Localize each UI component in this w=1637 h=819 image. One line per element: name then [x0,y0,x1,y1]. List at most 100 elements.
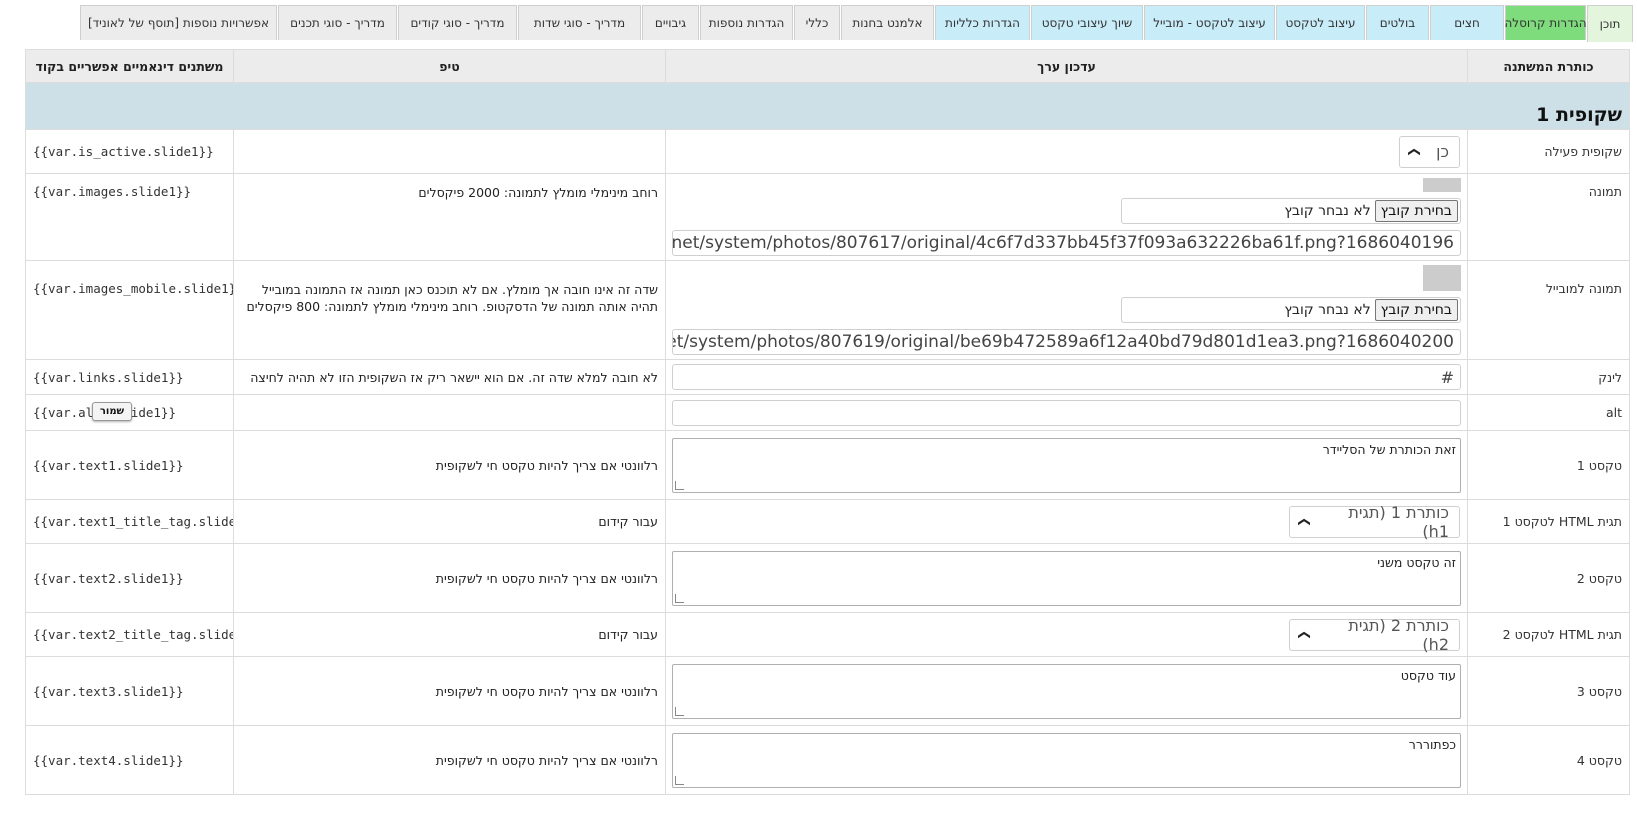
choose-file-button[interactable]: בחירת קובץ [1374,299,1458,321]
table-row: שקופית פעילה כן ❯ {{var.is_active.slide1… [25,129,1630,174]
tab-more-options[interactable]: אפשרויות נוספות [תוסף של לאוניד] [80,5,277,40]
tip-cell: רלוונטי אם צריך להיות טקסט חי לשקופית [233,725,666,795]
row-title: טקסט 1 [1467,430,1630,500]
image-url-input[interactable]: lfront.net/system/photos/807617/original… [672,230,1461,256]
code-var: {{var.text1_title_tag.slide1}} [25,499,234,544]
tab-text-design[interactable]: עיצוב לטקסט [1276,5,1365,40]
header-dynamic-vars: משתנים דינאמיים אפשריים בקוד [25,49,234,83]
row-title: לינק [1467,359,1630,395]
file-input[interactable]: בחירת קובץ לא נבחר קובץ [1121,198,1461,224]
row-title: תגית HTML לטקסט 2 [1467,612,1630,657]
edit-cell: כותרת 1 (תגית h1) ❯ [665,499,1468,544]
image-thumbnail [1423,178,1461,192]
code-var: {{var.text4.slide1}} [25,725,234,795]
section-row: שקופית 1 [25,82,1630,130]
chevron-down-icon: ❯ [1408,146,1423,157]
edit-cell: זה טקסט משני [665,543,1468,613]
tab-carousel-settings[interactable]: הגדרות קרוסלה [1504,5,1587,40]
code-var: {{var.is_active.slide1}} [25,129,234,174]
text2-textarea[interactable]: זה טקסט משני [672,550,1461,606]
tip-cell: רוחב מינימלי מומלץ לתמונה: 2000 פיקסלים [233,173,666,261]
table-row: תמונה למובייל בחירת קובץ לא נבחר קובץ ro… [25,260,1630,360]
row-title: alt [1467,394,1630,431]
tab-text-design-mobile[interactable]: עיצוב לטקסט - מובייל [1144,5,1275,40]
tab-guide-content-types[interactable]: מדריך - סוגי תכנים [278,5,397,40]
code-var: {{var.links.slide1}} [25,359,234,395]
edit-cell: עוד טקסט [665,656,1468,726]
text2-tag-select[interactable]: כותרת 2 (תגית h2) ❯ [1289,615,1460,654]
active-select-value: כן [1436,142,1449,161]
edit-cell: בחירת קובץ לא נבחר קובץ ront.net/system/… [665,260,1468,360]
text4-textarea[interactable]: כפתוררר [672,732,1461,788]
edit-cell [665,394,1468,431]
table-row: alt {{var.alts.slide1}} [25,394,1630,431]
tab-bullets[interactable]: בולטים [1366,5,1429,40]
tab-content[interactable]: תוכן [1587,5,1633,42]
chevron-down-icon: ❯ [1298,629,1313,640]
tab-guide-field-types[interactable]: מדריך - סוגי שדות [518,5,641,40]
row-title: שקופית פעילה [1467,129,1630,174]
text2-tag-value: כותרת 2 (תגית h2) [1348,615,1449,654]
save-tooltip-button[interactable]: שמור [92,402,132,421]
edit-cell: # [665,359,1468,395]
code-var: {{var.text1.slide1}} [25,430,234,500]
tip-cell: רלוונטי אם צריך להיות טקסט חי לשקופית [233,430,666,500]
row-title: תמונה למובייל [1467,260,1630,360]
link-input[interactable]: # [672,364,1461,390]
row-title: תמונה [1467,173,1630,261]
code-var: {{var.text2_title_tag.slide1}} [25,612,234,657]
file-picker: בחירת קובץ לא נבחר קובץ [672,198,1461,224]
variables-table: כותרת המשתנה עדכון ערך טיפ משתנים דינאמי… [25,49,1630,795]
header-tip: טיפ [233,49,666,83]
active-select[interactable]: כן ❯ [1399,135,1460,168]
tab-arrows[interactable]: חצים [1430,5,1504,40]
mobile-image-url-input[interactable]: ront.net/system/photos/807619/original/b… [672,329,1461,355]
table-row: טקסט 2 זה טקסט משני רלוונטי אם צריך להיו… [25,543,1630,613]
file-input[interactable]: בחירת קובץ לא נבחר קובץ [1121,297,1461,323]
no-file-label: לא נבחר קובץ [1284,302,1371,318]
row-title: טקסט 2 [1467,543,1630,613]
code-var: {{var.images_mobile.slide1}} [25,260,234,360]
row-title: תגית HTML לטקסט 1 [1467,499,1630,544]
tip-cell [233,394,666,431]
row-title: טקסט 4 [1467,725,1630,795]
table-row: טקסט 1 זאת הכותרת של הסליידר רלוונטי אם … [25,430,1630,500]
tab-text-design-assign[interactable]: שיוך עיצובי טקסט [1031,5,1143,40]
table-row: לינק # לא חובה למלא שדה זה. אם הוא יישאר… [25,359,1630,395]
tip-cell: עבור קידום [233,612,666,657]
text3-textarea[interactable]: עוד טקסט [672,663,1461,719]
edit-cell: כן ❯ [665,129,1468,174]
tab-guide-code-types[interactable]: מדריך - סוגי קודים [398,5,517,40]
tab-store-element[interactable]: אלמנט בחנות [841,5,934,40]
tip-cell: עבור קידום [233,499,666,544]
tip-cell: רלוונטי אם צריך להיות טקסט חי לשקופית [233,543,666,613]
chevron-down-icon: ❯ [1298,516,1313,527]
tab-general[interactable]: כללי [794,5,840,40]
table-row: טקסט 4 כפתוררר רלוונטי אם צריך להיות טקס… [25,725,1630,795]
edit-cell: כפתוררר [665,725,1468,795]
tip-cell: רלוונטי אם צריך להיות טקסט חי לשקופית [233,656,666,726]
code-var: {{var.text2.slide1}} [25,543,234,613]
row-title: טקסט 3 [1467,656,1630,726]
choose-file-button[interactable]: בחירת קובץ [1374,200,1458,222]
code-var: {{var.images.slide1}} [25,173,234,261]
tip-cell [233,129,666,174]
edit-cell: זאת הכותרת של הסליידר [665,430,1468,500]
table-row: טקסט 3 עוד טקסט רלוונטי אם צריך להיות טק… [25,656,1630,726]
no-file-label: לא נבחר קובץ [1284,203,1371,219]
tab-backups[interactable]: גיבויים [642,5,699,40]
alt-input[interactable] [672,399,1461,426]
file-picker: בחירת קובץ לא נבחר קובץ [672,297,1461,323]
tab-bar: תוכן הגדרות קרוסלה חצים בולטים עיצוב לטק… [0,5,1637,42]
edit-cell: כותרת 2 (תגית h2) ❯ [665,612,1468,657]
header-variable-title: כותרת המשתנה [1467,49,1630,83]
text1-tag-value: כותרת 1 (תגית h1) [1348,502,1449,541]
tab-more-settings[interactable]: הגדרות נוספות [700,5,793,40]
tab-general-settings[interactable]: הגדרות כלליות [935,5,1030,40]
table-header-row: כותרת המשתנה עדכון ערך טיפ משתנים דינאמי… [25,49,1630,83]
tip-cell: לא חובה למלא שדה זה. אם הוא יישאר ריק אז… [233,359,666,395]
image-thumbnail [1423,265,1461,291]
header-edit-value: עדכון ערך [665,49,1468,83]
text1-textarea[interactable]: זאת הכותרת של הסליידר [672,437,1461,493]
text1-tag-select[interactable]: כותרת 1 (תגית h1) ❯ [1289,502,1460,541]
